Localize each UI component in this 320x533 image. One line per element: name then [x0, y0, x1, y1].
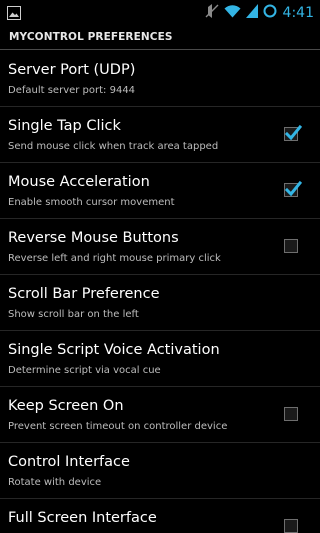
- full-screen-interface-checkbox[interactable]: [284, 519, 298, 533]
- pref-scroll-bar[interactable]: Scroll Bar Preference Show scroll bar on…: [0, 275, 320, 331]
- checkmark-icon: [284, 124, 302, 141]
- screen: 4:41 MYCONTROL PREFERENCES Server Port (…: [0, 0, 320, 533]
- header-divider: [0, 49, 320, 50]
- pref-title: Single Tap Click: [8, 118, 121, 134]
- checkmark-icon: [284, 180, 302, 197]
- pref-reverse-mouse-buttons[interactable]: Reverse Mouse Buttons Reverse left and r…: [0, 219, 320, 275]
- sync-icon: [263, 3, 277, 22]
- pref-voice-activation[interactable]: Single Script Voice Activation Determine…: [0, 331, 320, 387]
- status-bar: 4:41: [0, 0, 320, 25]
- mouse-acceleration-checkbox[interactable]: [284, 180, 302, 197]
- pref-server-port[interactable]: Server Port (UDP) Default server port: 9…: [0, 51, 320, 107]
- pref-title: Control Interface: [8, 454, 130, 470]
- pref-title: Mouse Acceleration: [8, 174, 150, 190]
- preferences-list: Server Port (UDP) Default server port: 9…: [0, 51, 320, 533]
- wifi-icon: [224, 3, 241, 22]
- pref-title: Keep Screen On: [8, 398, 124, 414]
- pref-summary: Reverse left and right mouse primary cli…: [8, 253, 221, 264]
- pref-full-screen-interface[interactable]: Full Screen Interface: [0, 499, 320, 533]
- reverse-mouse-buttons-checkbox[interactable]: [284, 239, 298, 253]
- pref-title: Full Screen Interface: [8, 510, 157, 526]
- image-notification-icon: [7, 5, 21, 20]
- pref-summary: Default server port: 9444: [8, 85, 136, 96]
- pref-mouse-acceleration[interactable]: Mouse Acceleration Enable smooth cursor …: [0, 163, 320, 219]
- pref-title: Server Port (UDP): [8, 62, 136, 78]
- pref-summary: Determine script via vocal cue: [8, 365, 161, 376]
- pref-summary: Prevent screen timeout on controller dev…: [8, 421, 228, 432]
- pref-single-tap-click[interactable]: Single Tap Click Send mouse click when t…: [0, 107, 320, 163]
- pref-keep-screen-on[interactable]: Keep Screen On Prevent screen timeout on…: [0, 387, 320, 443]
- pref-summary: Enable smooth cursor movement: [8, 197, 175, 208]
- status-time: 4:41: [282, 4, 314, 21]
- pref-summary: Show scroll bar on the left: [8, 309, 139, 320]
- pref-summary: Send mouse click when track area tapped: [8, 141, 219, 152]
- preferences-header: MYCONTROL PREFERENCES: [0, 25, 320, 50]
- page-title: MYCONTROL PREFERENCES: [9, 31, 173, 43]
- pref-title: Reverse Mouse Buttons: [8, 230, 179, 246]
- mute-icon: [205, 3, 219, 23]
- single-tap-click-checkbox[interactable]: [284, 124, 302, 141]
- pref-summary: Rotate with device: [8, 477, 102, 488]
- keep-screen-on-checkbox[interactable]: [284, 407, 298, 421]
- pref-control-interface[interactable]: Control Interface Rotate with device: [0, 443, 320, 499]
- pref-title: Scroll Bar Preference: [8, 286, 160, 302]
- signal-icon: [245, 3, 258, 22]
- pref-title: Single Script Voice Activation: [8, 342, 220, 358]
- status-icons: 4:41: [200, 0, 314, 25]
